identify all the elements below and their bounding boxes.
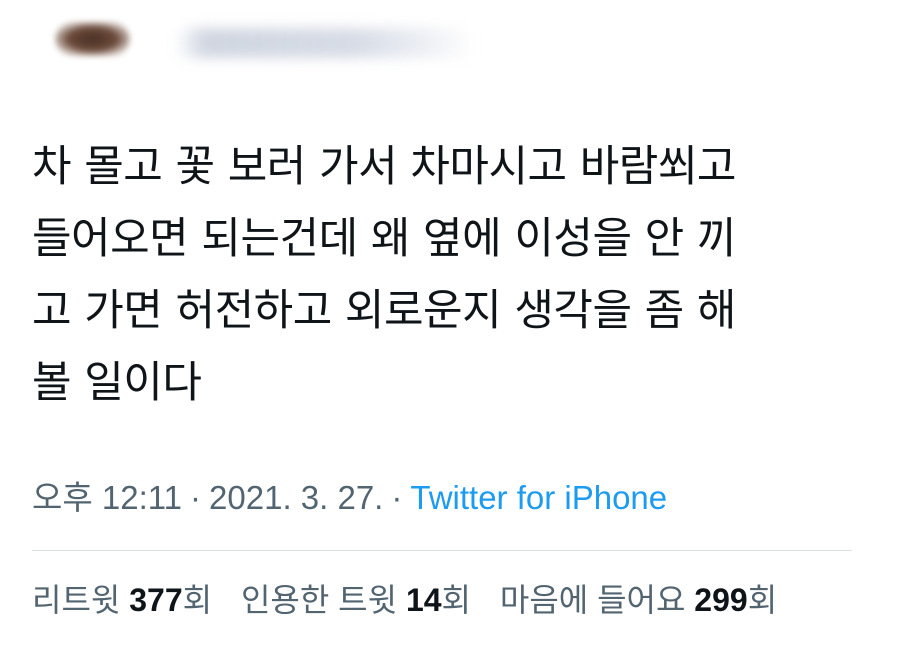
- tweet-text-line-3: 고 가면 허전하고 외로운지 생각을 좀 해: [32, 286, 736, 336]
- meta-separator: ·: [190, 479, 202, 516]
- tweet-header: @...: [55, 10, 495, 70]
- likes-suffix: 회: [747, 582, 778, 618]
- tweet-text-line-4: 볼 일이다: [32, 358, 202, 408]
- author-avatar[interactable]: [55, 22, 130, 56]
- divider: [32, 550, 852, 551]
- tweet-metadata: 오후 12:11 · 2021. 3. 27. · Twitter for iPhone: [32, 472, 667, 524]
- retweets-count: 377: [129, 582, 183, 618]
- meta-separator: ·: [391, 479, 403, 516]
- quotes-count: 14: [405, 582, 442, 618]
- tweet-source-link[interactable]: Twitter for iPhone: [410, 479, 667, 516]
- quotes-suffix: 회: [441, 582, 471, 618]
- tweet-text-line-1: 차 몰고 꽃 보러 가서 차마시고 바람쐬고: [32, 142, 736, 192]
- likes-label: 마음에 들어요: [499, 582, 686, 618]
- tweet-time[interactable]: 오후 12:11: [32, 479, 182, 516]
- tweet-stats: 리트윗 377회 인용한 트윗 14회 마음에 들어요 299회: [32, 574, 797, 626]
- likes-count: 299: [694, 582, 748, 618]
- tweet-text: 차 몰고 꽃 보러 가서 차마시고 바람쐬고 들어오면 되는건데 왜 옆에 이성…: [32, 131, 892, 419]
- author-handle-blurred[interactable]: @...: [175, 28, 475, 58]
- tweet-date[interactable]: 2021. 3. 27.: [209, 479, 383, 516]
- tweet-text-line-2: 들어오면 되는건데 왜 옆에 이성을 안 끼: [32, 214, 736, 264]
- retweets-label: 리트윗: [32, 582, 121, 618]
- quotes-label: 인용한 트윗: [240, 582, 398, 618]
- quotes-stat[interactable]: 인용한 트윗 14회: [241, 574, 471, 626]
- likes-stat[interactable]: 마음에 들어요 299회: [500, 574, 777, 626]
- author-handle[interactable]: @...: [175, 28, 210, 49]
- retweets-stat[interactable]: 리트윗 377회: [32, 574, 212, 626]
- retweets-suffix: 회: [182, 582, 213, 618]
